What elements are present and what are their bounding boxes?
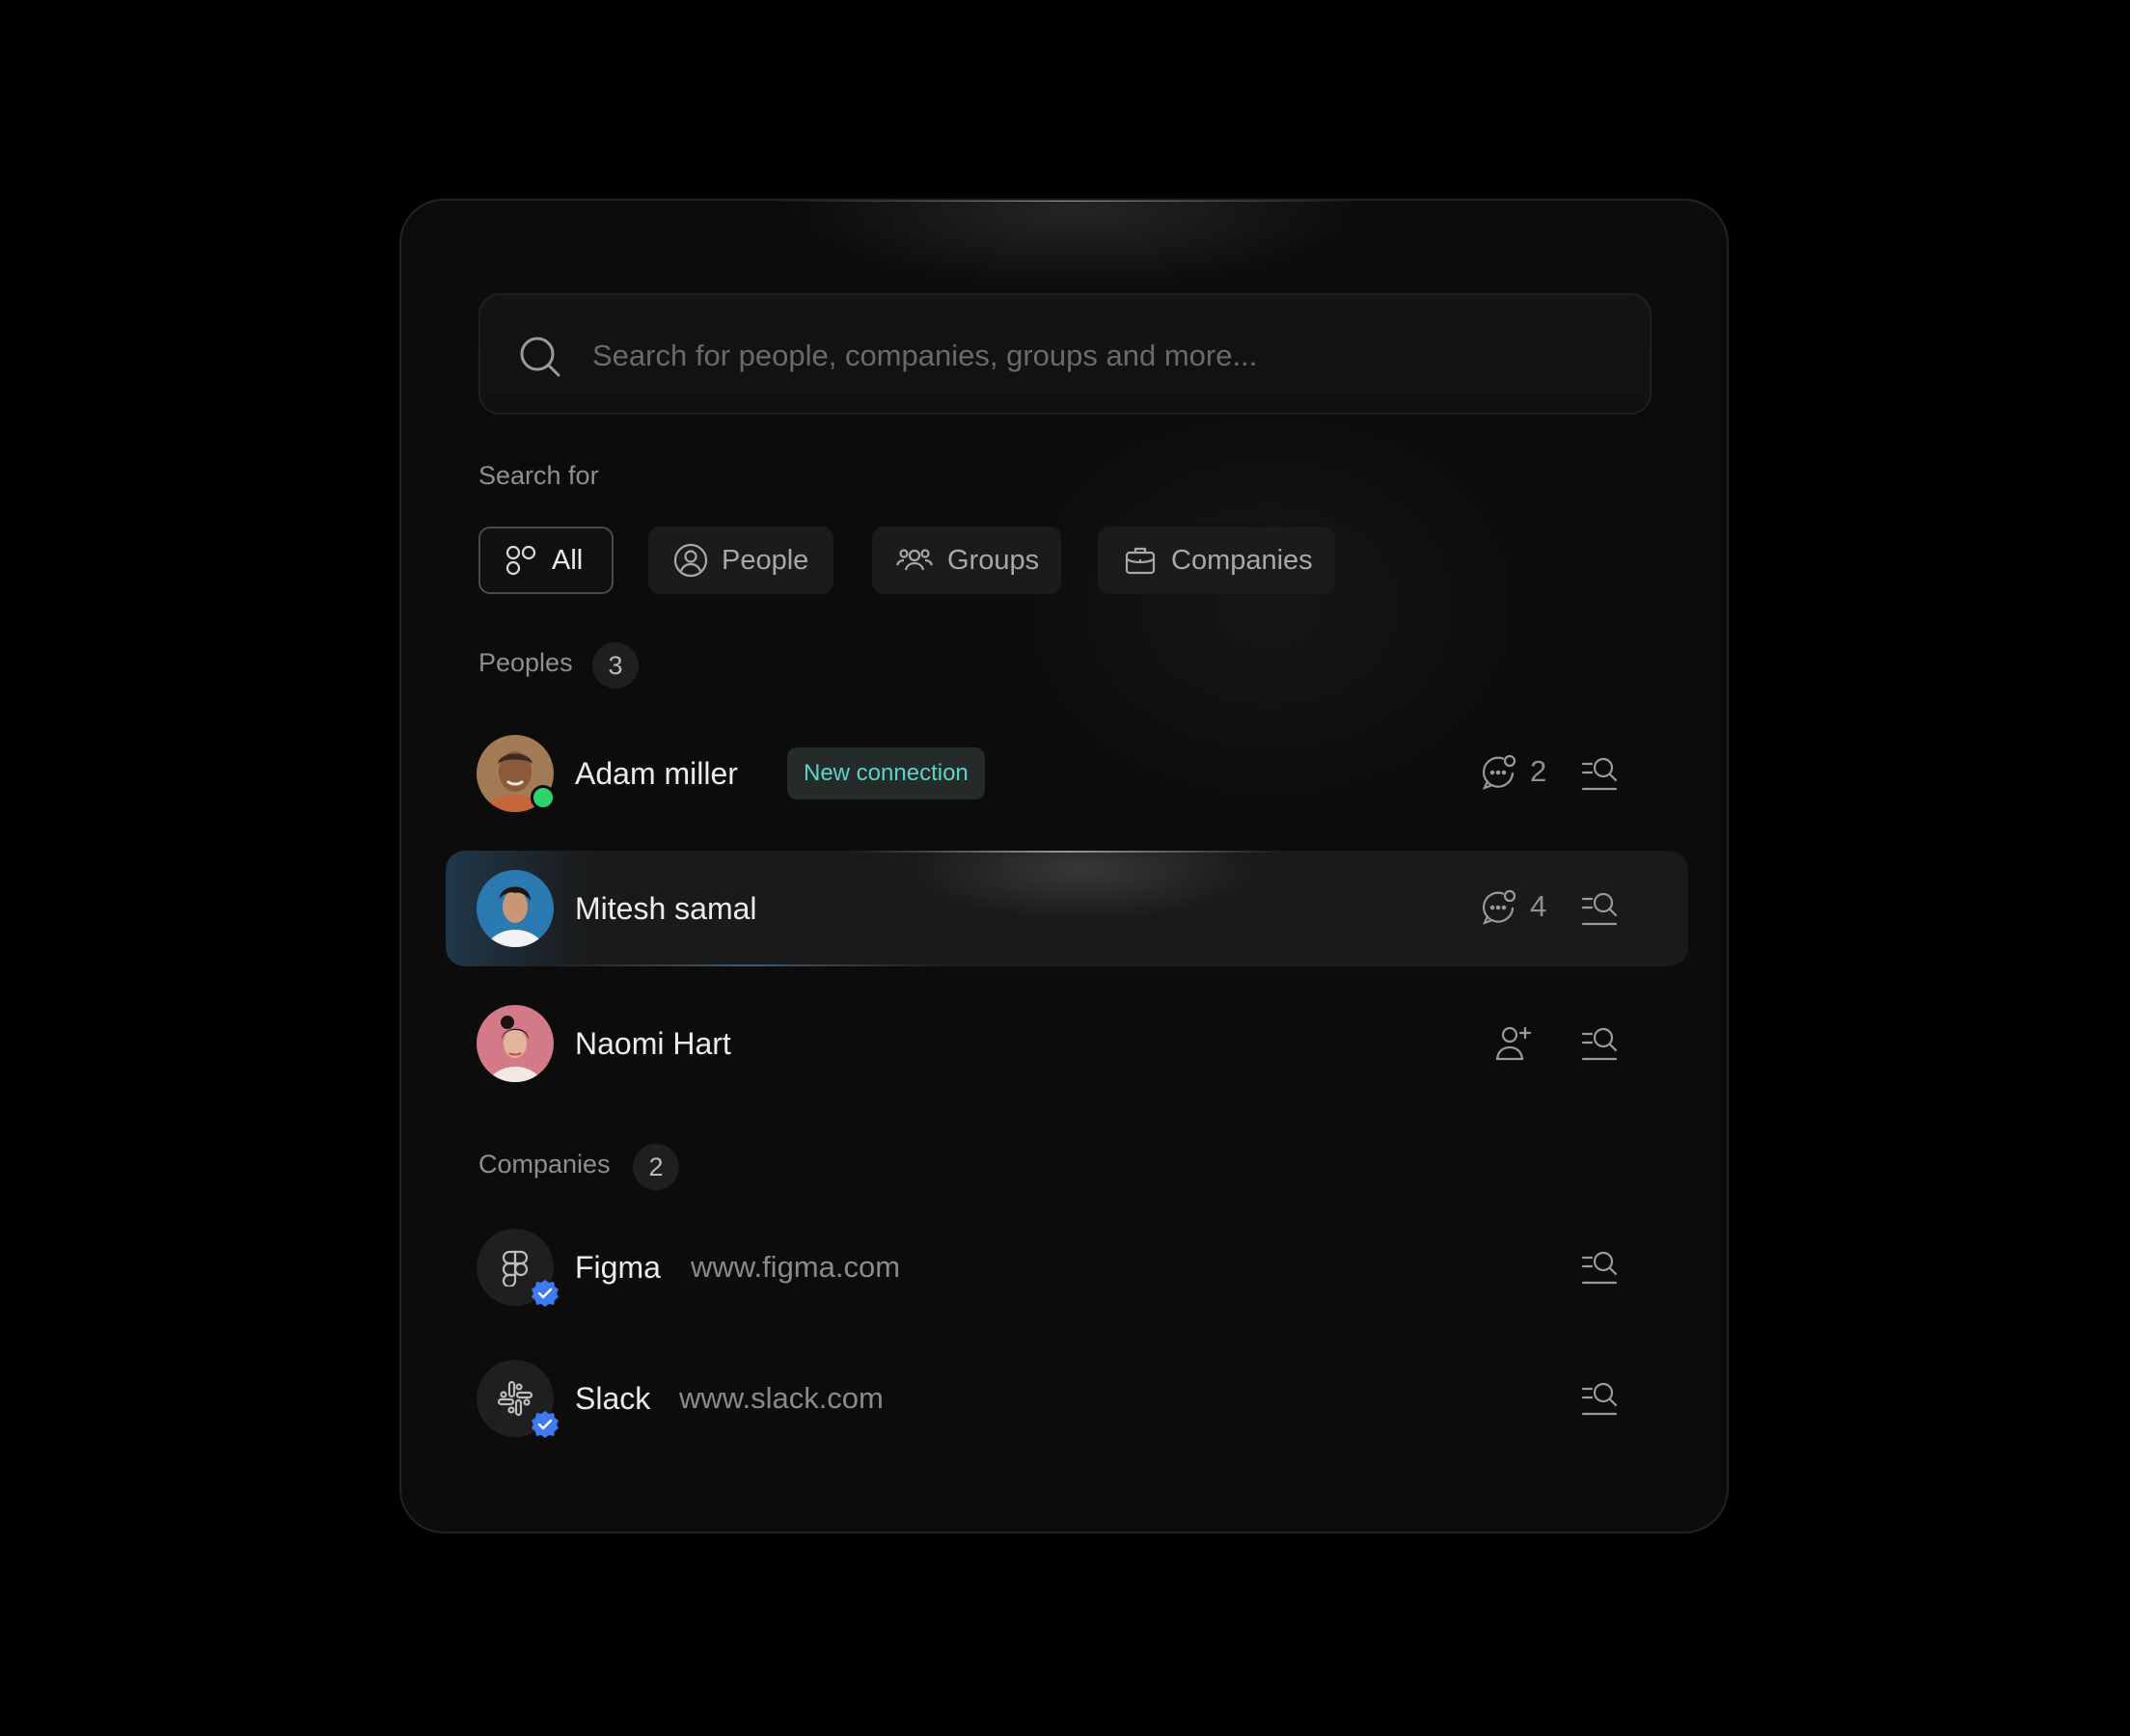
- company-logo: [477, 1360, 559, 1438]
- filter-chip-label: All: [552, 544, 584, 576]
- filter-chip-all[interactable]: All: [478, 527, 614, 594]
- company-name: Slack: [575, 1381, 651, 1416]
- search-for-label: Search for: [478, 461, 599, 490]
- search-icon: [520, 337, 560, 377]
- search-panel: Search for All People Groups: [399, 199, 1729, 1533]
- view-details-icon[interactable]: [1580, 1379, 1619, 1418]
- view-details-icon[interactable]: [1580, 1248, 1619, 1287]
- add-user-icon[interactable]: [1493, 1022, 1534, 1063]
- person-name: Adam miller: [575, 756, 738, 791]
- person-row-adam-miller[interactable]: Adam miller New connection 2: [446, 716, 1688, 831]
- filter-chip-label: Groups: [947, 544, 1040, 576]
- companies-section-title: Companies: [478, 1150, 611, 1179]
- message-count-value: 2: [1530, 754, 1547, 788]
- message-count-value: 4: [1530, 889, 1547, 923]
- filter-chip-label: Companies: [1171, 544, 1313, 576]
- new-connection-badge: New connection: [787, 747, 985, 800]
- person-name: Mitesh samal: [575, 891, 757, 926]
- avatar: [477, 1005, 554, 1082]
- avatar: [477, 735, 556, 812]
- verified-badge-icon: [532, 1411, 559, 1438]
- view-details-icon[interactable]: [1580, 1024, 1619, 1063]
- search-input[interactable]: [590, 324, 1617, 388]
- people-count-badge: 3: [592, 642, 639, 689]
- all-icon: [505, 545, 536, 576]
- company-name: Figma: [575, 1250, 661, 1285]
- person-row-mitesh-samal[interactable]: Mitesh samal 4: [446, 851, 1688, 966]
- company-url[interactable]: www.figma.com: [691, 1244, 900, 1290]
- companies-count-badge: 2: [633, 1144, 679, 1190]
- company-row-figma[interactable]: Figma www.figma.com: [446, 1209, 1688, 1325]
- view-details-icon[interactable]: [1580, 889, 1619, 928]
- slack-logo-icon: [497, 1380, 533, 1417]
- people-section-title: Peoples: [478, 648, 573, 677]
- message-count[interactable]: 4: [1480, 887, 1546, 926]
- groups-icon: [895, 549, 934, 571]
- filter-chip-companies[interactable]: Companies: [1098, 527, 1335, 594]
- view-details-icon[interactable]: [1580, 754, 1619, 793]
- avatar-image: [477, 1005, 554, 1082]
- chat-icon: [1482, 889, 1516, 925]
- company-row-slack[interactable]: Slack www.slack.com: [446, 1341, 1688, 1456]
- chat-icon: [1482, 754, 1516, 790]
- message-count[interactable]: 2: [1480, 752, 1546, 791]
- online-status-dot: [531, 785, 556, 810]
- person-row-naomi-hart[interactable]: Naomi Hart: [446, 986, 1688, 1101]
- avatar-image: [477, 870, 554, 947]
- briefcase-icon: [1125, 547, 1156, 575]
- company-logo: [477, 1229, 559, 1307]
- company-url[interactable]: www.slack.com: [679, 1375, 884, 1422]
- avatar: [477, 870, 554, 947]
- filter-chip-people[interactable]: People: [648, 527, 833, 594]
- verified-badge-icon: [532, 1280, 559, 1307]
- person-icon: [673, 543, 708, 578]
- search-box[interactable]: [478, 293, 1652, 415]
- filter-chip-groups[interactable]: Groups: [872, 527, 1061, 594]
- figma-logo-icon: [502, 1250, 529, 1287]
- person-name: Naomi Hart: [575, 1026, 731, 1061]
- filter-chip-label: People: [722, 544, 809, 576]
